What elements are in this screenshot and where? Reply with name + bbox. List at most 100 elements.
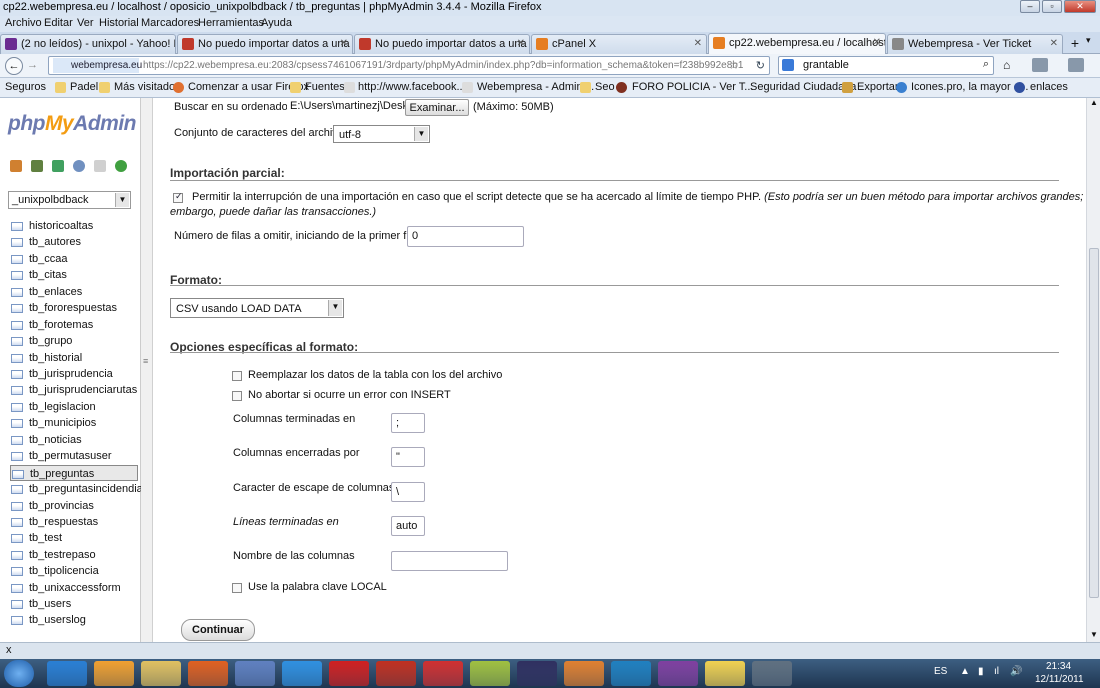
table-item-tb_noticias[interactable]: tb_noticias — [10, 432, 138, 448]
table-item-tb_fororespuestas[interactable]: tb_fororespuestas — [10, 300, 138, 316]
app-icon[interactable] — [658, 661, 698, 686]
column-names-input[interactable] — [391, 551, 508, 571]
docs-icon[interactable] — [94, 160, 106, 172]
table-item-tb_users[interactable]: tb_users — [10, 596, 138, 612]
database-select[interactable]: _unixpolbdback ▼ — [8, 191, 131, 209]
table-item-tb_legislacion[interactable]: tb_legislacion — [10, 399, 138, 415]
table-item-tb_unixaccessform[interactable]: tb_unixaccessform — [10, 580, 138, 596]
bookmark-icones-pro[interactable]: Icones.pro, la mayor c... — [911, 81, 1028, 93]
skip-rows-input[interactable]: 0 — [407, 226, 524, 247]
reload-icon[interactable]: ↻ — [756, 59, 765, 72]
close-tab-icon[interactable]: ✕ — [1050, 38, 1058, 49]
format-select[interactable]: CSV usando LOAD DATA ▼ — [170, 298, 344, 318]
language-indicator[interactable]: ES — [934, 666, 947, 677]
reload-icon[interactable] — [115, 160, 127, 172]
bookmark-enlaces[interactable]: enlaces — [1030, 81, 1068, 93]
menu-archivo[interactable]: Archivo — [5, 17, 42, 29]
toolbar-icon[interactable] — [1068, 58, 1084, 72]
allow-interrupt-checkbox[interactable] — [173, 191, 183, 203]
bookmark-exportar[interactable]: Exportar — [857, 81, 899, 93]
bookmark-seguridad-ciudadana[interactable]: Seguridad Ciudadana — [750, 81, 856, 93]
tab-no-puedo-1[interactable]: No puedo importar datos a una ta... ✕ — [177, 34, 353, 54]
tab-no-puedo-2[interactable]: No puedo importar datos a una ta... ✕ — [354, 34, 530, 54]
tab-cpanel[interactable]: cPanel X ✕ — [531, 34, 707, 54]
table-item-tb_permutasuser[interactable]: tb_permutasuser — [10, 448, 138, 464]
columns-escape-input[interactable]: \ — [391, 482, 425, 502]
table-item-tb_enlaces[interactable]: tb_enlaces — [10, 284, 138, 300]
close-tab-icon[interactable]: ✕ — [340, 38, 348, 49]
menu-historial[interactable]: Historial — [99, 17, 139, 29]
scroll-down-icon[interactable]: ▼ — [1090, 630, 1098, 639]
table-item-tb_preguntas[interactable]: tb_preguntas — [10, 465, 138, 481]
folder-icon[interactable] — [705, 661, 745, 686]
bookmark-facebook[interactable]: http://www.facebook.... — [358, 81, 469, 93]
signal-icon[interactable]: ıl — [994, 666, 999, 677]
notepad-icon[interactable] — [470, 661, 510, 686]
folder-icon[interactable] — [141, 661, 181, 686]
windows-explorer-icon[interactable] — [47, 661, 87, 686]
columns-enclosed-input[interactable]: " — [391, 447, 425, 467]
vertical-scrollbar[interactable]: ▲ ▼ — [1086, 98, 1100, 642]
table-item-tb_userslog[interactable]: tb_userslog — [10, 612, 138, 628]
table-item-tb_tipolicencia[interactable]: tb_tipolicencia — [10, 563, 138, 579]
search-bar[interactable]: grantable ⌕ — [778, 56, 994, 75]
menu-ayuda[interactable]: Ayuda — [261, 17, 292, 29]
no-abort-checkbox[interactable] — [232, 391, 242, 401]
frame-divider[interactable]: ≡ — [141, 98, 153, 642]
exit-icon[interactable] — [52, 160, 64, 172]
table-item-tb_municipios[interactable]: tb_municipios — [10, 415, 138, 431]
network-icon[interactable]: ▮ — [978, 666, 984, 677]
media-player-icon[interactable] — [94, 661, 134, 686]
bookmark-seo[interactable]: Seo — [595, 81, 615, 93]
bookmark-padel[interactable]: Padel — [70, 81, 98, 93]
table-item-tb_jurisprudencia[interactable]: tb_jurisprudencia — [10, 366, 138, 382]
html-editor-icon[interactable] — [564, 661, 604, 686]
table-item-tb_provincias[interactable]: tb_provincias — [10, 498, 138, 514]
bookmark-fuentes[interactable]: Fuentes — [305, 81, 345, 93]
bookmark-seguros[interactable]: Seguros — [5, 81, 46, 93]
home-icon[interactable] — [10, 160, 22, 172]
table-item-tb_forotemas[interactable]: tb_forotemas — [10, 317, 138, 333]
forward-icon[interactable]: → — [27, 59, 38, 71]
menu-editar[interactable]: Editar — [44, 17, 73, 29]
close-findbar-icon[interactable]: x — [6, 644, 12, 656]
tray-arrow-icon[interactable]: ▲ — [960, 666, 970, 677]
query-icon[interactable] — [73, 160, 85, 172]
after-effects-icon[interactable] — [517, 661, 557, 686]
close-tab-icon[interactable]: ✕ — [873, 37, 881, 48]
table-item-tb_historial[interactable]: tb_historial — [10, 350, 138, 366]
use-local-checkbox[interactable] — [232, 583, 242, 593]
table-item-tb_citas[interactable]: tb_citas — [10, 267, 138, 283]
continue-button[interactable]: Continuar — [181, 619, 255, 641]
volume-icon[interactable]: 🔊 — [1010, 666, 1022, 677]
phpmyadmin-logo[interactable]: phpMyAdmin — [8, 112, 136, 136]
url-bar[interactable]: webempresa.eu https://cp22.webempresa.eu… — [48, 56, 770, 75]
search-input[interactable]: grantable — [803, 59, 849, 71]
bookmark-mas-visitados[interactable]: Más visitados — [114, 81, 181, 93]
bookmark-foro-policia[interactable]: FORO POLICIA - Ver T... — [632, 81, 753, 93]
clock-date[interactable]: 12/11/2011 — [1035, 674, 1084, 685]
bookmark-star-icon[interactable]: ☆ — [728, 58, 739, 72]
url-text[interactable]: https://cp22.webempresa.eu:2083/cpsess74… — [143, 60, 743, 71]
tab-phpmyadmin[interactable]: cp22.webempresa.eu / localhost / ... ✕ — [708, 33, 886, 55]
tab-yahoo-mail[interactable]: (2 no leídos) - unixpol - Yahoo! Mail — [0, 34, 176, 54]
lines-terminated-input[interactable]: auto — [391, 516, 425, 536]
scrollbar-thumb[interactable] — [1089, 248, 1099, 598]
ie-icon[interactable] — [282, 661, 322, 686]
replace-data-checkbox[interactable] — [232, 371, 242, 381]
table-item-tb_grupo[interactable]: tb_grupo — [10, 333, 138, 349]
menu-marcadores[interactable]: Marcadores — [141, 17, 199, 29]
table-item-historicoaltas[interactable]: historicoaltas — [10, 218, 138, 234]
browse-button[interactable]: Examinar... — [405, 99, 469, 116]
clock-time[interactable]: 21:34 — [1046, 661, 1071, 672]
resize-handle-icon[interactable]: ≡ — [143, 356, 148, 366]
addon-icon[interactable] — [1032, 58, 1048, 72]
table-item-tb_autores[interactable]: tb_autores — [10, 234, 138, 250]
minimize-button[interactable]: – — [1020, 0, 1040, 13]
menu-herramientas[interactable]: Herramientas — [198, 17, 264, 29]
search-icon[interactable]: ⌕ — [983, 58, 989, 71]
sql-icon[interactable] — [31, 160, 43, 172]
paint-icon[interactable] — [752, 661, 792, 686]
back-icon[interactable]: ← — [5, 57, 23, 75]
tab-webempresa-ticket[interactable]: Webempresa - Ver Ticket ✕ — [887, 34, 1063, 54]
